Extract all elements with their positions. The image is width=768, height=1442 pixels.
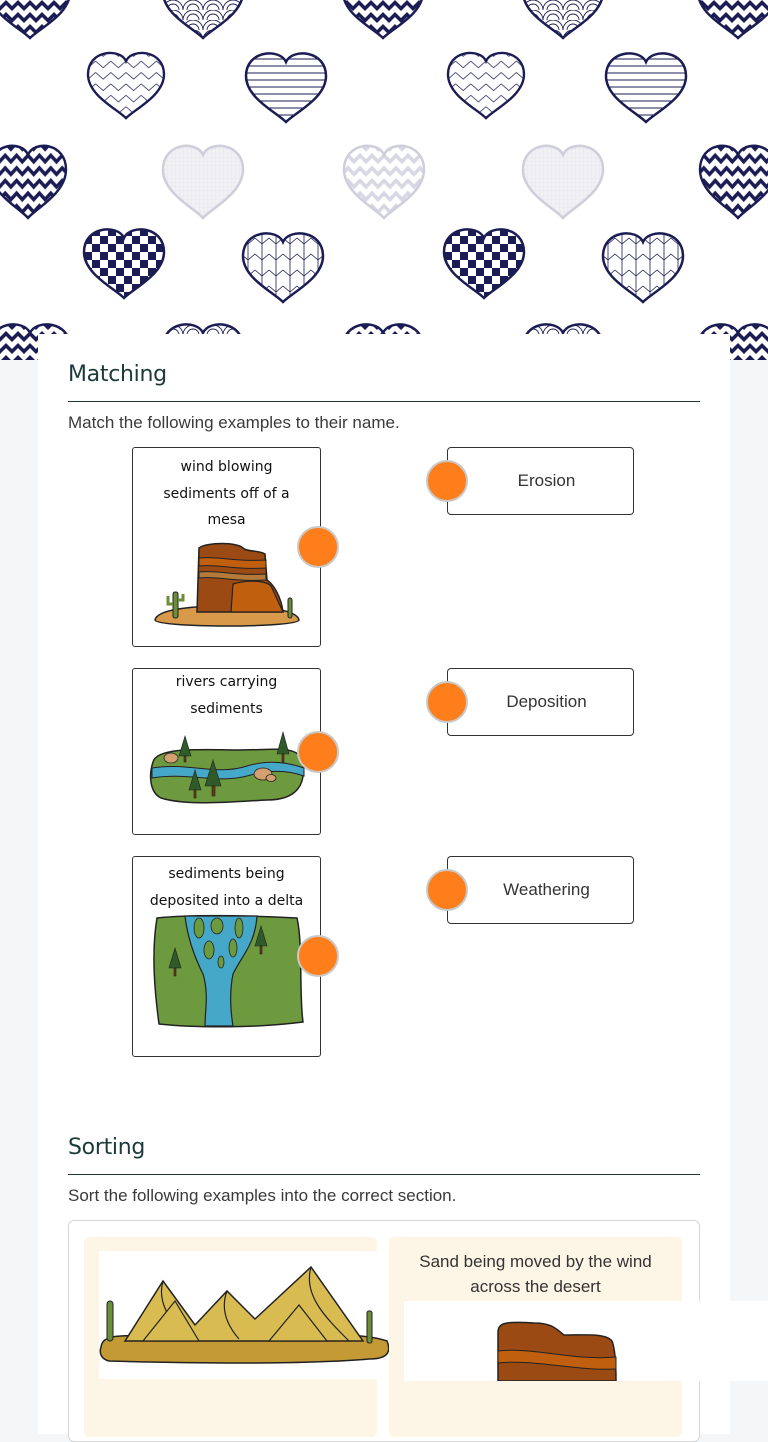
matching-instructions: Match the following examples to their na… [68,413,400,432]
answer-connector-dot[interactable] [426,460,468,502]
matching-title: Matching [68,362,167,387]
heart-icon [342,144,426,220]
heart-icon [161,144,245,220]
heart-icon [442,228,526,300]
matching-divider [68,401,700,402]
matching-answer-weathering[interactable]: Weathering [426,856,634,924]
matching-prompt-card[interactable]: sediments being deposited into a delta [132,856,339,1057]
answer-label: Weathering [503,880,590,899]
heart-icon [86,51,166,120]
matching-answer-deposition[interactable]: Deposition [426,668,634,736]
heart-icon [521,144,605,220]
sorting-instructions: Sort the following examples into the cor… [68,1186,457,1205]
prompt-connector-dot[interactable] [297,526,339,568]
heart-icon [341,0,425,40]
answer-label: Erosion [517,471,576,490]
sorting-title: Sorting [68,1135,146,1160]
hearts-pattern [0,0,768,360]
sorting-divider [68,1174,700,1175]
prompt-text: wind blowing sediments off of a mesa [163,459,290,528]
sorting-item[interactable]: Sand being moved by the wind across the … [389,1237,768,1437]
sand-dunes-illustration [99,1251,389,1379]
header-banner [0,0,768,360]
heart-icon [241,232,325,304]
prompt-connector-dot[interactable] [297,731,339,773]
heart-icon [446,51,526,120]
sorting-item[interactable] [84,1237,389,1437]
prompt-text: sediments being deposited into a delta [149,866,304,909]
answer-label: Deposition [506,692,587,711]
sorting-item-text: Sand being moved by the wind across the … [419,1252,652,1296]
mesa-illustration [404,1301,768,1381]
heart-icon [604,52,688,124]
prompt-text: rivers carrying sediments [175,674,278,717]
delta-illustration [152,914,304,1028]
heart-icon [696,0,768,40]
matching-prompt-card[interactable]: wind blowing sediments off of a mesa [132,447,339,647]
heart-icon [521,0,605,40]
matching-answer-erosion[interactable]: Erosion [426,447,634,515]
sorting-area: Sand being moved by the wind across the … [68,1220,768,1442]
heart-icon [698,144,768,220]
heart-icon [0,144,68,220]
river-illustration [149,730,304,804]
answer-connector-dot[interactable] [426,681,468,723]
heart-icon [161,0,245,40]
heart-icon [601,232,685,304]
heart-icon [0,0,72,40]
matching-prompt-card[interactable]: rivers carrying sediments [132,668,339,835]
worksheet-card: Matching Match the following examples to… [38,334,768,1442]
answer-connector-dot[interactable] [426,869,468,911]
heart-icon [244,52,328,124]
mesa-illustration [153,542,300,627]
prompt-connector-dot[interactable] [297,935,339,977]
heart-icon [82,228,166,300]
